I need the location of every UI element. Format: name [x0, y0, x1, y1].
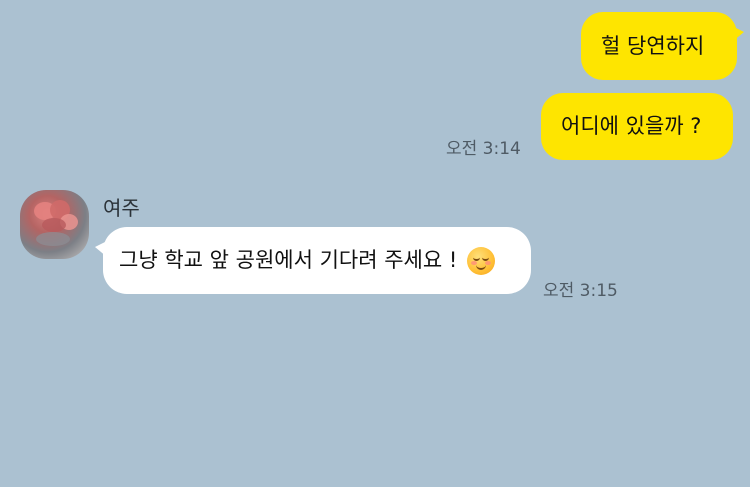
sender-name: 여주 — [103, 196, 140, 220]
outgoing-message-bubble[interactable]: 어디에 있을까 ? — [541, 93, 733, 160]
profile-avatar[interactable] — [20, 190, 89, 259]
message-text: 그냥 학교 앞 공원에서 기다려 주세요 ! — [119, 248, 458, 272]
message-text: 어디에 있을까 ? — [561, 114, 702, 138]
outgoing-message-bubble[interactable]: 헐 당연하지 — [581, 12, 744, 80]
chat-area[interactable]: 헐 당연하지 오전 3:14 어디에 있을까 ? 여주 그냥 학교 앞 공원에서… — [0, 0, 750, 487]
message-timestamp: 오전 3:15 — [543, 281, 618, 301]
incoming-message-bubble[interactable]: 그냥 학교 앞 공원에서 기다려 주세요 ! — [95, 227, 531, 294]
smiling-face-icon — [467, 246, 496, 275]
message-timestamp: 오전 3:14 — [446, 139, 521, 159]
message-text: 헐 당연하지 — [601, 33, 705, 58]
